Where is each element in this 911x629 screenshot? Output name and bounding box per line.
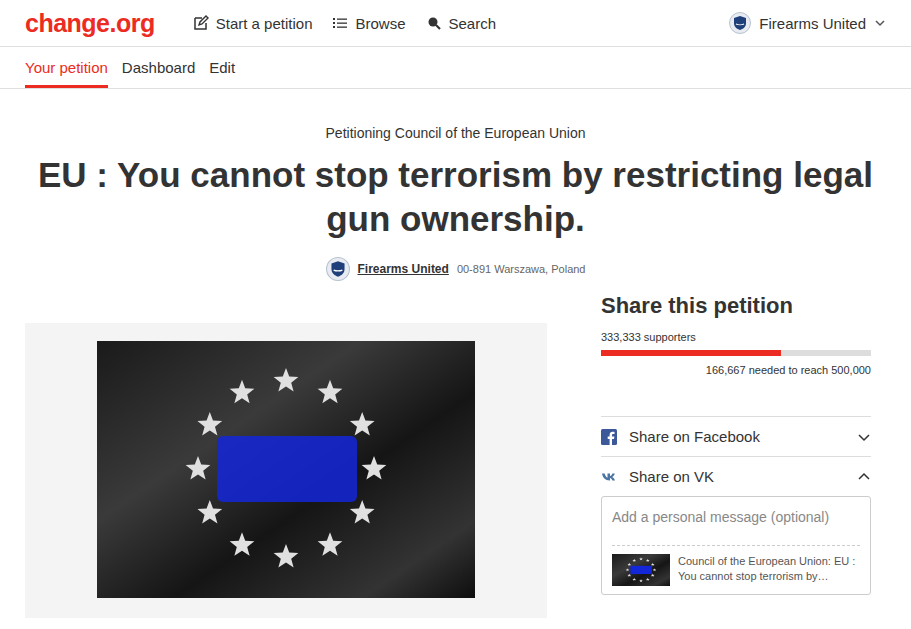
- chevron-icon: [857, 470, 871, 484]
- nav-item[interactable]: Browse: [332, 15, 405, 32]
- nav-item[interactable]: Start a petition: [193, 15, 313, 32]
- petition-body: Share this petition 333,333 supporters 166…: [0, 281, 911, 618]
- flag-image: [97, 341, 475, 598]
- tab[interactable]: Your petition: [25, 47, 108, 88]
- petition-title: EU : You cannot stop terrorism by restri…: [36, 153, 876, 241]
- petition-header: Petitioning Council of the European Unio…: [0, 89, 911, 281]
- author-location: 00-891 Warszawa, Poland: [457, 263, 586, 275]
- share-option[interactable]: Share on VK: [601, 456, 871, 496]
- main-nav: Start a petition Browse Search: [193, 15, 496, 32]
- shield-icon: [326, 257, 350, 281]
- share-preview: Council of the European Union: EU : You …: [612, 546, 860, 586]
- vk-icon: [601, 469, 617, 485]
- search-icon: [426, 15, 442, 31]
- share-panel: Share this petition 333,333 supporters 166…: [601, 293, 871, 618]
- preview-text: Council of the European Union: EU : You …: [678, 554, 860, 584]
- author-link[interactable]: Firearms United: [358, 262, 449, 276]
- tab[interactable]: Edit: [209, 47, 235, 88]
- share-option[interactable]: Share on Facebook: [601, 416, 871, 456]
- media-box: [25, 323, 547, 618]
- shield-icon: [729, 12, 751, 34]
- message-field[interactable]: Add a personal message (optional): [612, 509, 860, 546]
- chevron-icon: [857, 430, 871, 444]
- petition-page: change.org Start a petition Browse Search Fi…: [0, 0, 911, 629]
- list-icon: [332, 15, 348, 31]
- tab-bar: Your petition Dashboard Edit: [0, 47, 911, 89]
- flag-thumbnail: [612, 554, 670, 586]
- facebook-icon: [601, 429, 617, 445]
- progress-fill: [601, 350, 781, 356]
- top-bar: change.org Start a petition Browse Search Fi…: [0, 0, 911, 47]
- chevron-down-icon: [874, 17, 886, 29]
- share-heading: Share this petition: [601, 293, 871, 319]
- edit-icon: [193, 15, 209, 31]
- supporter-count: 333,333 supporters: [601, 331, 871, 343]
- tab[interactable]: Dashboard: [122, 47, 195, 88]
- author-line: Firearms United 00-891 Warszawa, Poland: [0, 257, 911, 281]
- petition-target: Petitioning Council of the European Unio…: [0, 125, 911, 141]
- progress-bar: [601, 350, 871, 356]
- goal-text: 166,667 needed to reach 500,000: [601, 364, 871, 376]
- nav-item[interactable]: Search: [426, 15, 497, 32]
- share-options: Share on FacebookShare on VKAdd a person…: [601, 416, 871, 595]
- logo[interactable]: change.org: [25, 9, 155, 38]
- share-box: Add a personal message (optional) Council…: [601, 496, 871, 595]
- account-menu[interactable]: Firearms United: [729, 12, 886, 34]
